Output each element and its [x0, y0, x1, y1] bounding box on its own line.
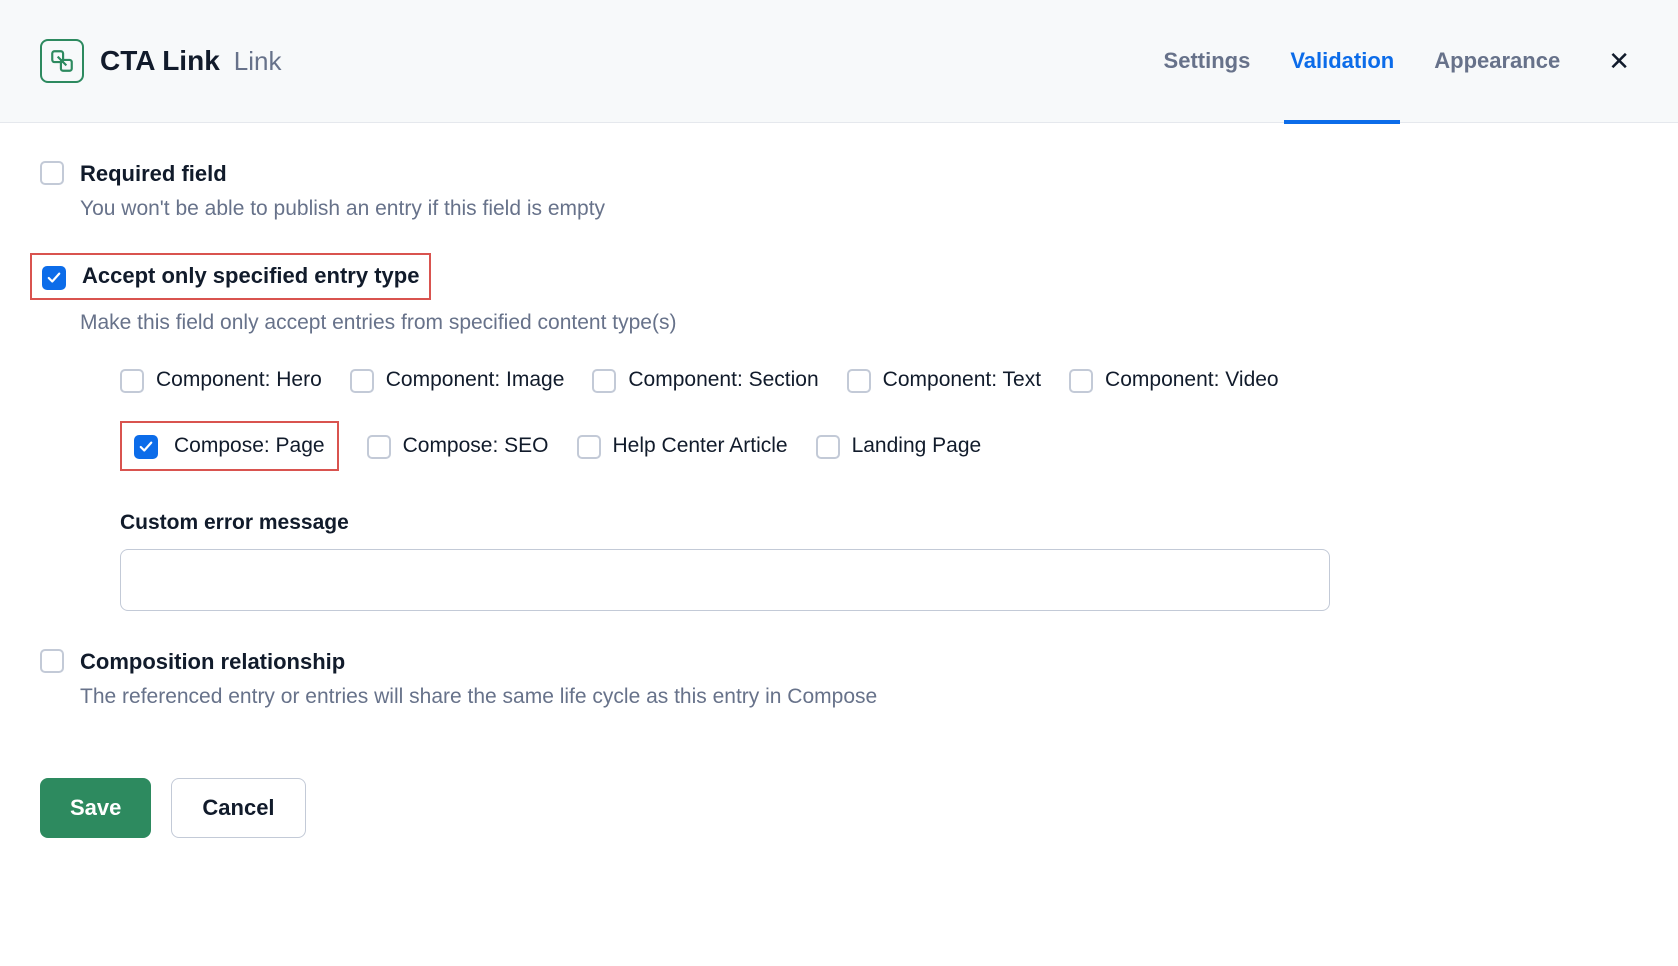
header-right: Settings Validation Appearance ✕	[1164, 24, 1638, 98]
entry-types-row-2: Compose: Page Compose: SEO Help Center A…	[120, 421, 1638, 471]
entry-type-label: Component: Section	[628, 368, 818, 392]
entry-type-landing-page: Landing Page	[816, 433, 982, 459]
entry-type-component-hero: Component: Hero	[120, 367, 322, 393]
entry-type-checkbox[interactable]	[577, 435, 601, 459]
entry-type-component-image: Component: Image	[350, 367, 565, 393]
required-field-checkbox[interactable]	[40, 161, 64, 185]
accept-entry-type-option: Accept only specified entry type Make th…	[40, 253, 1638, 337]
custom-error-label: Custom error message	[120, 511, 1638, 535]
entry-type-label: Component: Video	[1105, 368, 1279, 392]
entry-type-checkbox[interactable]	[350, 369, 374, 393]
option-text: Composition relationship The referenced …	[80, 647, 1638, 711]
required-field-label: Required field	[80, 159, 1638, 190]
custom-error-section: Custom error message	[120, 511, 1638, 611]
dialog-header: CTA Link Link Settings Validation Appear…	[0, 0, 1678, 123]
entry-type-checkbox[interactable]	[134, 435, 158, 459]
tab-validation[interactable]: Validation	[1290, 24, 1394, 98]
close-icon[interactable]: ✕	[1600, 42, 1638, 81]
save-button[interactable]: Save	[40, 778, 151, 838]
compose-page-highlight-box: Compose: Page	[120, 421, 339, 471]
title-group: CTA Link Link	[100, 45, 281, 77]
field-title: CTA Link	[100, 45, 220, 77]
dialog-footer: Save Cancel	[0, 778, 1678, 878]
accept-entry-type-label: Accept only specified entry type	[82, 261, 419, 292]
entry-type-label: Component: Text	[883, 368, 1041, 392]
entry-type-label: Help Center Article	[613, 434, 788, 458]
composition-relationship-option: Composition relationship The referenced …	[40, 647, 1638, 711]
entry-type-checkbox[interactable]	[367, 435, 391, 459]
entry-type-checkbox[interactable]	[592, 369, 616, 393]
custom-error-input[interactable]	[120, 549, 1330, 611]
accept-entry-type-checkbox[interactable]	[42, 266, 66, 290]
entry-type-label: Component: Hero	[156, 368, 322, 392]
entry-types-row-1: Component: Hero Component: Image Compone…	[120, 367, 1638, 393]
tab-settings[interactable]: Settings	[1164, 24, 1251, 98]
entry-type-label: Compose: SEO	[403, 434, 549, 458]
entry-type-label: Compose: Page	[174, 434, 325, 458]
composition-relationship-desc: The referenced entry or entries will sha…	[80, 682, 1638, 711]
entry-type-component-section: Component: Section	[592, 367, 818, 393]
entry-type-label: Landing Page	[852, 434, 982, 458]
entry-type-label: Component: Image	[386, 368, 565, 392]
header-left: CTA Link Link	[40, 39, 281, 83]
composition-relationship-label: Composition relationship	[80, 647, 1638, 678]
accept-highlight-box: Accept only specified entry type	[30, 253, 431, 300]
entry-type-help-center-article: Help Center Article	[577, 433, 788, 459]
entry-type-checkbox[interactable]	[847, 369, 871, 393]
field-type: Link	[234, 46, 282, 77]
entry-type-checkbox[interactable]	[120, 369, 144, 393]
option-text: Required field You won't be able to publ…	[80, 159, 1638, 223]
entry-type-checkbox[interactable]	[816, 435, 840, 459]
entry-types-list: Component: Hero Component: Image Compone…	[120, 367, 1638, 471]
entry-type-component-text: Component: Text	[847, 367, 1041, 393]
entry-type-component-video: Component: Video	[1069, 367, 1279, 393]
required-field-option: Required field You won't be able to publ…	[40, 159, 1638, 223]
dialog-content: Required field You won't be able to publ…	[0, 123, 1678, 778]
required-field-desc: You won't be able to publish an entry if…	[80, 194, 1638, 223]
accept-entry-type-desc: Make this field only accept entries from…	[80, 308, 1638, 337]
entry-type-compose-seo: Compose: SEO	[367, 433, 549, 459]
tab-appearance[interactable]: Appearance	[1434, 24, 1560, 98]
link-field-icon	[40, 39, 84, 83]
cancel-button[interactable]: Cancel	[171, 778, 305, 838]
entry-type-checkbox[interactable]	[1069, 369, 1093, 393]
composition-relationship-checkbox[interactable]	[40, 649, 64, 673]
